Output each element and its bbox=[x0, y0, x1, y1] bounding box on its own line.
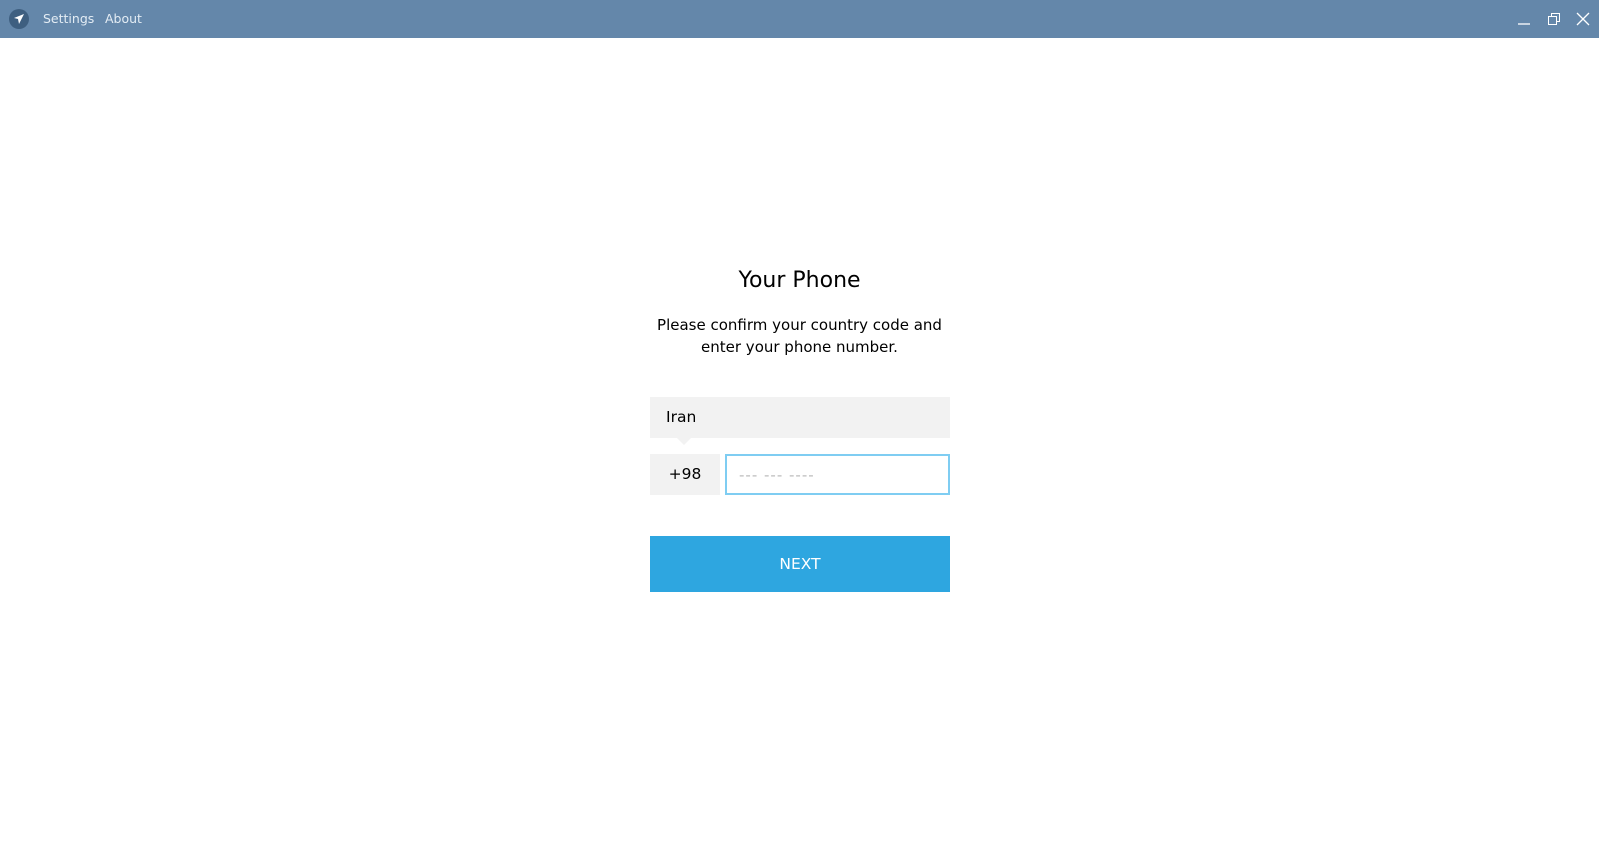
title-bar: Settings About bbox=[0, 0, 1599, 38]
phone-number-input[interactable] bbox=[725, 454, 950, 495]
country-code-field[interactable]: +98 bbox=[650, 454, 720, 495]
country-pointer-icon bbox=[677, 438, 691, 445]
restore-icon[interactable] bbox=[1543, 8, 1565, 30]
page-title: Your Phone bbox=[738, 268, 861, 293]
menu-about[interactable]: About bbox=[105, 11, 142, 26]
close-icon[interactable] bbox=[1572, 8, 1594, 30]
description-line: enter your phone number. bbox=[701, 338, 898, 356]
description: Please confirm your country code and ent… bbox=[0, 314, 1599, 358]
country-select[interactable]: Iran bbox=[650, 397, 950, 438]
menu-settings[interactable]: Settings bbox=[43, 11, 94, 26]
telegram-logo-icon bbox=[9, 9, 29, 29]
minimize-icon[interactable] bbox=[1513, 8, 1535, 30]
next-button[interactable]: NEXT bbox=[650, 536, 950, 592]
description-line: Please confirm your country code and bbox=[657, 316, 942, 334]
